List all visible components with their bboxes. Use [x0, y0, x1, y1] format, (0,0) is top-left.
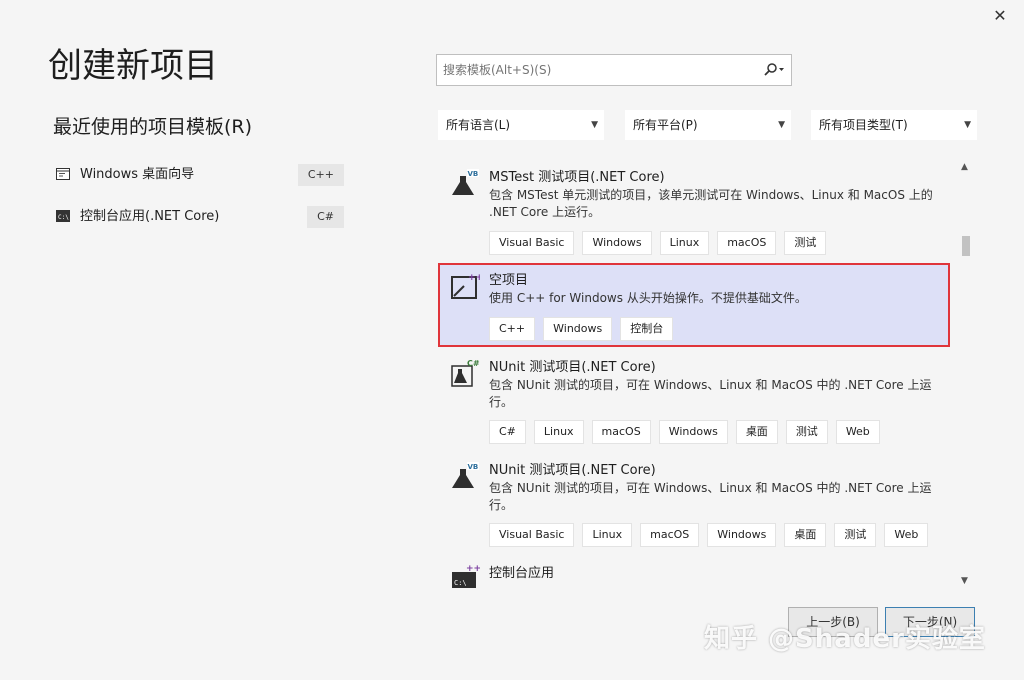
watermark: 知乎 @Shader实验室 — [704, 618, 986, 655]
svg-text:++: ++ — [468, 273, 480, 283]
template-search-input[interactable] — [437, 55, 749, 85]
project-type-filter-value: 所有项目类型(T) — [819, 118, 908, 132]
tag: macOS — [717, 231, 776, 255]
chevron-down-icon: ▼ — [964, 110, 971, 140]
project-type-filter-dropdown[interactable]: 所有项目类型(T) ▼ — [811, 110, 977, 140]
template-description: 使用 C++ for Windows 从头开始操作。不提供基础文件。 — [489, 290, 935, 307]
language-filter-dropdown[interactable]: 所有语言(L) ▼ — [438, 110, 604, 140]
template-description: 包含 NUnit 测试的项目，可在 Windows、Linux 和 MacOS … — [489, 377, 935, 411]
close-button[interactable]: ✕ — [990, 6, 1010, 26]
scroll-down-icon[interactable]: ▼ — [961, 576, 968, 586]
svg-text:++: ++ — [466, 564, 480, 574]
template-name: 空项目 — [489, 269, 528, 288]
tag: Windows — [582, 231, 651, 255]
tag: Visual Basic — [489, 523, 574, 547]
template-item-nunit-csharp[interactable]: C# NUnit 测试项目(.NET Core) 包含 NUnit 测试的项目，… — [438, 350, 950, 450]
template-tags: Visual Basic Linux macOS Windows 桌面 测试 W… — [489, 523, 928, 547]
template-item-mstest[interactable]: VB MSTest 测试项目(.NET Core) 包含 MSTest 单元测试… — [438, 160, 950, 260]
template-tags: C# Linux macOS Windows 桌面 测试 Web — [489, 420, 880, 444]
cpp-console-icon: C:\ ++ — [450, 562, 480, 588]
tag: macOS — [640, 523, 699, 547]
tag: Linux — [534, 420, 584, 444]
template-name: 控制台应用 — [489, 562, 554, 581]
windows-desktop-icon — [56, 168, 70, 180]
tag: Web — [884, 523, 928, 547]
tag: 桌面 — [736, 420, 778, 444]
recent-item-windows-desktop[interactable]: Windows 桌面向导 C++ — [52, 160, 348, 190]
svg-text:C:\: C:\ — [58, 214, 69, 221]
page-title: 创建新项目 — [48, 38, 218, 87]
recent-templates-list: Windows 桌面向导 C++ C:\ 控制台应用(.NET Core) C# — [52, 160, 348, 244]
close-icon: ✕ — [993, 6, 1006, 25]
tag: macOS — [592, 420, 651, 444]
template-results-list: VB MSTest 测试项目(.NET Core) 包含 MSTest 单元测试… — [438, 160, 954, 588]
tag: C# — [489, 420, 526, 444]
template-item-console-app[interactable]: C:\ ++ 控制台应用 — [438, 556, 950, 588]
tag: C++ — [489, 317, 535, 341]
language-filter-value: 所有语言(L) — [446, 118, 510, 132]
tag: Windows — [543, 317, 612, 341]
template-description: 包含 NUnit 测试的项目，可在 Windows、Linux 和 MacOS … — [489, 480, 935, 514]
svg-text:VB: VB — [468, 170, 479, 178]
tag: Linux — [582, 523, 632, 547]
results-scrollbar[interactable]: ▲ ▼ — [958, 160, 974, 588]
tag: 控制台 — [620, 317, 673, 341]
scroll-up-icon[interactable]: ▲ — [961, 162, 968, 172]
chevron-down-icon: ▼ — [591, 110, 598, 140]
template-search-box — [436, 54, 792, 86]
tag: 桌面 — [784, 523, 826, 547]
template-description: 包含 MSTest 单元测试的项目，该单元测试可在 Windows、Linux … — [489, 187, 935, 221]
tag: 测试 — [834, 523, 876, 547]
svg-text:C#: C# — [467, 359, 480, 368]
svg-text:VB: VB — [468, 463, 479, 471]
template-tags: C++ Windows 控制台 — [489, 317, 673, 341]
template-name: MSTest 测试项目(.NET Core) — [489, 166, 665, 185]
console-icon: C:\ — [56, 210, 70, 222]
tag: Windows — [659, 420, 728, 444]
platform-filter-value: 所有平台(P) — [633, 118, 698, 132]
tag: Visual Basic — [489, 231, 574, 255]
cpp-empty-project-icon: ++ — [450, 271, 480, 301]
csharp-test-flask-icon: C# — [450, 358, 480, 388]
recent-item-label: Windows 桌面向导 — [80, 160, 194, 190]
recent-item-console-app[interactable]: C:\ 控制台应用(.NET Core) C# — [52, 202, 348, 232]
tag: Windows — [707, 523, 776, 547]
template-name: NUnit 测试项目(.NET Core) — [489, 459, 656, 478]
template-tags: Visual Basic Windows Linux macOS 测试 — [489, 231, 826, 255]
tag: 测试 — [786, 420, 828, 444]
svg-text:C:\: C:\ — [454, 579, 467, 587]
language-badge: C# — [307, 206, 344, 228]
template-name: NUnit 测试项目(.NET Core) — [489, 356, 656, 375]
template-item-nunit-vb[interactable]: VB NUnit 测试项目(.NET Core) 包含 NUnit 测试的项目，… — [438, 453, 950, 553]
template-item-empty-project[interactable]: ++ 空项目 使用 C++ for Windows 从头开始操作。不提供基础文件… — [438, 263, 950, 347]
scrollbar-thumb[interactable] — [962, 236, 970, 256]
vb-test-flask-icon: VB — [450, 461, 480, 491]
recent-item-label: 控制台应用(.NET Core) — [80, 202, 219, 232]
vb-test-flask-icon: VB — [450, 168, 480, 198]
tag: Web — [836, 420, 880, 444]
recent-templates-title: 最近使用的项目模板(R) — [53, 112, 252, 139]
tag: 测试 — [784, 231, 826, 255]
language-badge: C++ — [298, 164, 344, 186]
chevron-down-icon: ▼ — [778, 110, 785, 140]
platform-filter-dropdown[interactable]: 所有平台(P) ▼ — [625, 110, 791, 140]
tag: Linux — [660, 231, 710, 255]
search-icon[interactable] — [763, 63, 785, 77]
